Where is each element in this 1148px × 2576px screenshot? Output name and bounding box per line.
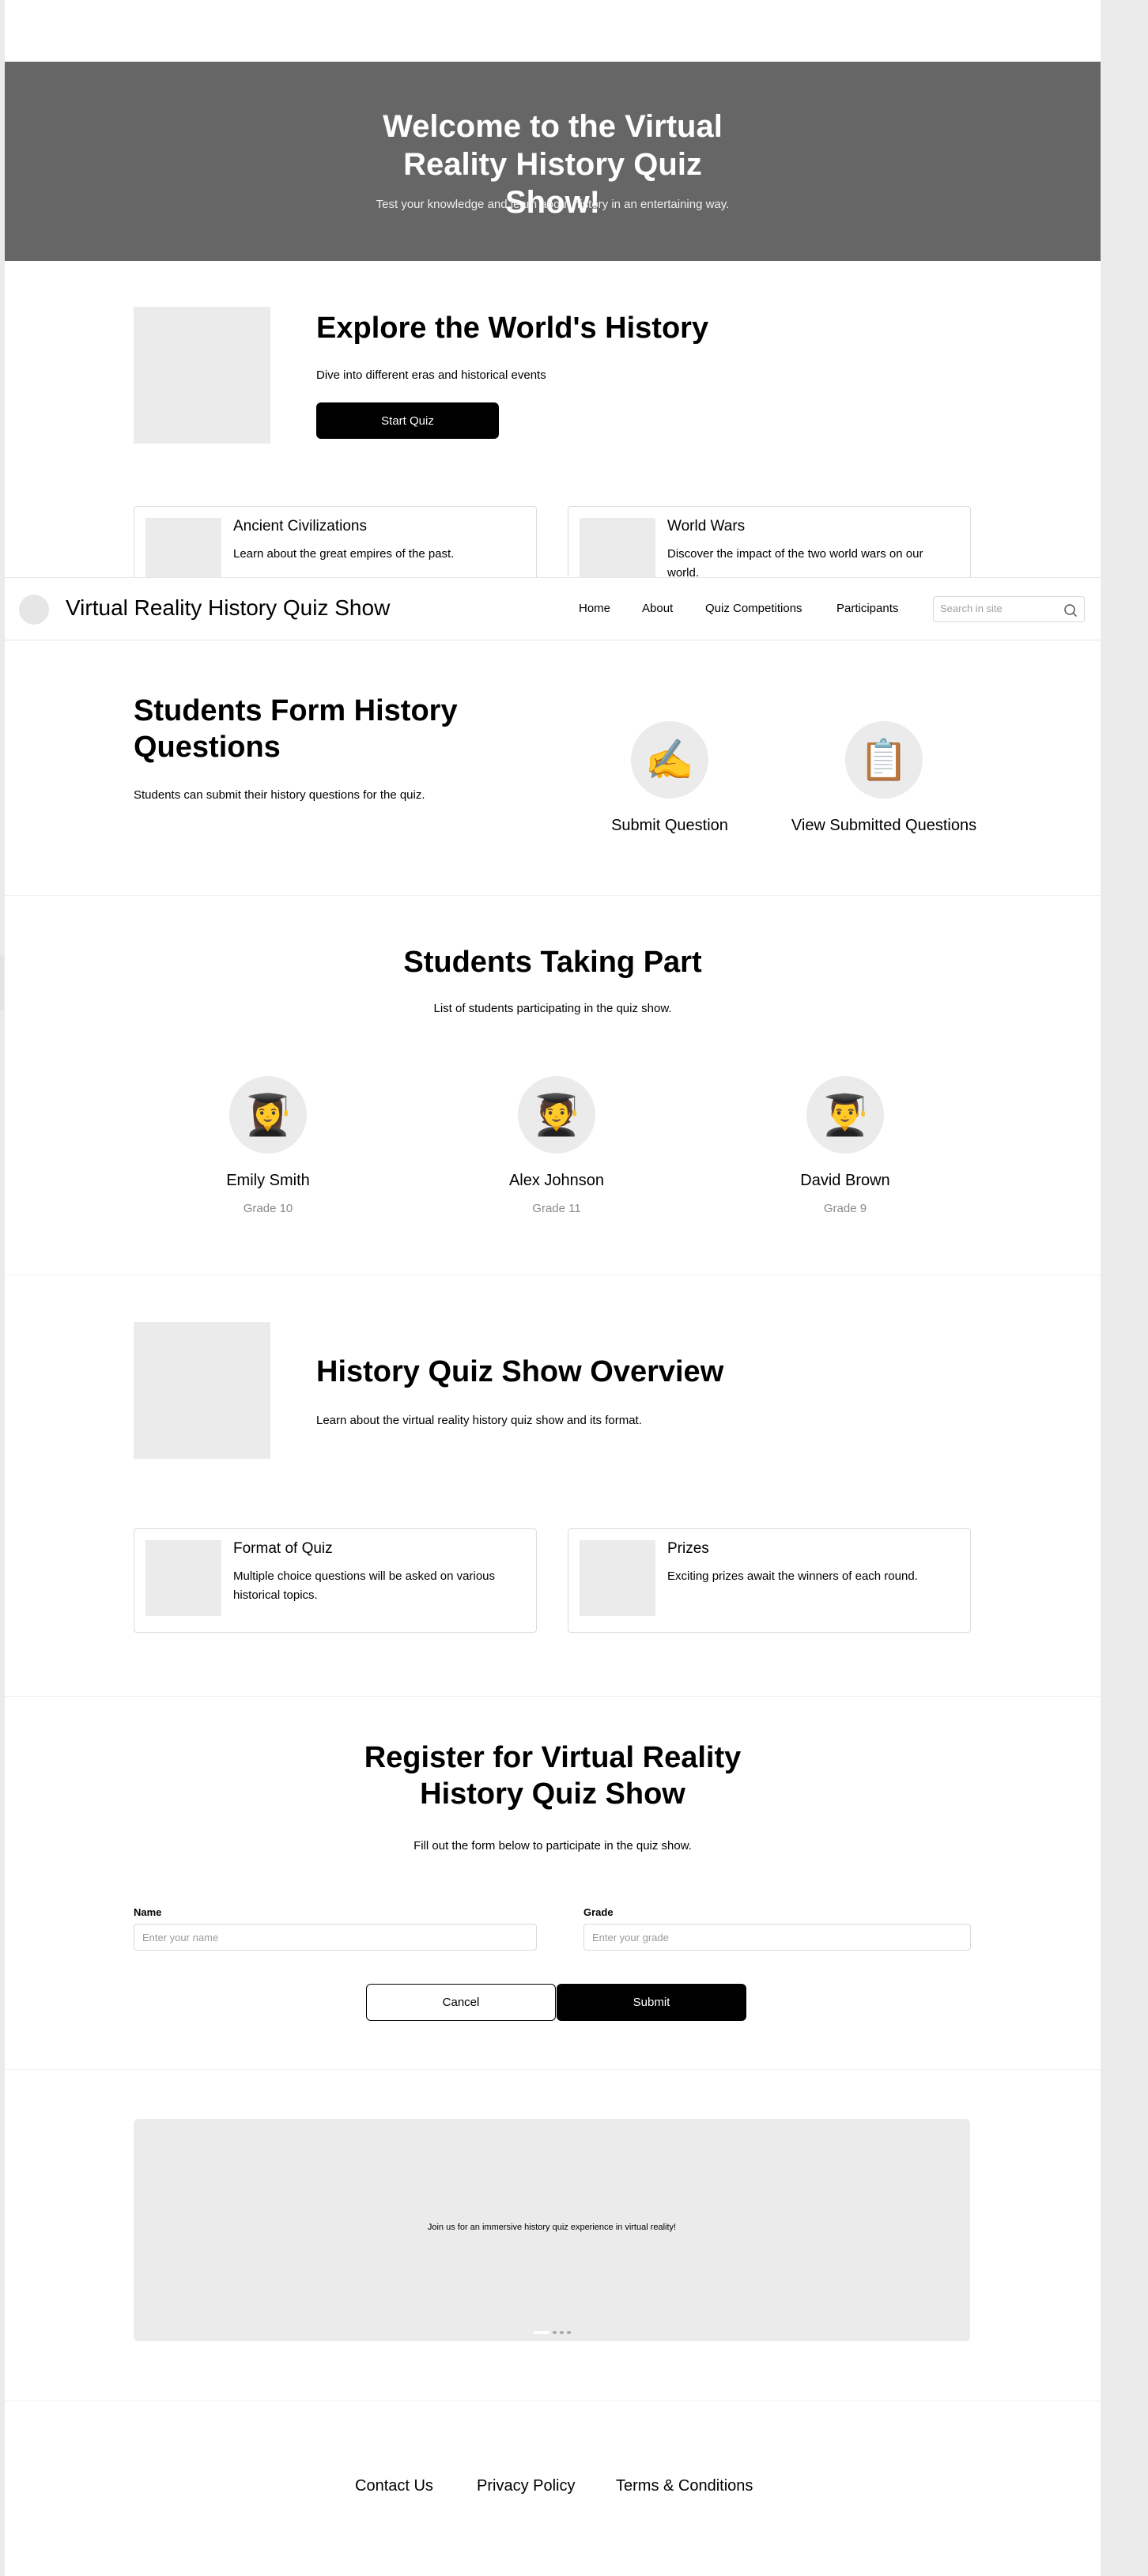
card-title: Format of Quiz [233, 1540, 333, 1557]
card-image-placeholder [145, 1540, 221, 1616]
section-divider [5, 895, 1101, 896]
hero-banner: Welcome to the Virtual Reality History Q… [5, 62, 1101, 261]
carousel-dot[interactable] [553, 2331, 557, 2334]
logo[interactable] [19, 595, 49, 625]
card-title: World Wars [667, 518, 746, 534]
search-icon[interactable] [1063, 603, 1078, 618]
name-label: Name [134, 1906, 162, 1918]
explore-title: Explore the World's History [316, 312, 709, 345]
nav-link-home[interactable]: Home [579, 602, 610, 615]
search-input[interactable] [940, 602, 1059, 614]
student-name: Emily Smith [226, 1172, 310, 1189]
student-grade: Grade 9 [823, 1202, 867, 1215]
student-avatar-icon: 👨‍🎓 [806, 1076, 884, 1154]
card-title: Ancient Civilizations [233, 518, 367, 534]
carousel-text: Join us for an immersive history quiz ex… [427, 2223, 677, 2232]
student-name: Alex Johnson [508, 1172, 605, 1189]
participants-subtitle: List of students participating in the qu… [433, 1002, 672, 1015]
student-avatar-icon: 👩‍🎓 [229, 1076, 307, 1154]
nav-link-about[interactable]: About [642, 602, 673, 615]
form-section-subtitle: Students can submit their history questi… [134, 788, 425, 802]
nav-link-quiz-competitions[interactable]: Quiz Competitions [705, 602, 802, 615]
nav-link-participants[interactable]: Participants [836, 602, 898, 615]
grade-input[interactable] [583, 1924, 971, 1951]
overview-image-placeholder [134, 1322, 270, 1459]
participants-title: Students Taking Part [403, 946, 702, 979]
card-format-of-quiz[interactable]: Format of Quiz Multiple choice questions… [134, 1528, 537, 1633]
footer-link-terms-conditions[interactable]: Terms & Conditions [616, 2477, 753, 2495]
student-grade: Grade 10 [243, 1202, 293, 1215]
card-description: Exciting prizes await the winners of eac… [667, 1569, 918, 1583]
explore-image-placeholder [134, 307, 270, 444]
search-box [933, 596, 1085, 622]
start-quiz-button[interactable]: Start Quiz [316, 402, 499, 439]
student-avatar-icon: 🧑‍🎓 [518, 1076, 595, 1154]
register-title: Register for Virtual Reality History Qui… [364, 1741, 742, 1811]
carousel-dot[interactable] [567, 2331, 571, 2334]
student-grade: Grade 11 [532, 1202, 581, 1215]
footer-link-contact-us[interactable]: Contact Us [355, 2477, 433, 2495]
carousel-dot-active[interactable] [534, 2331, 549, 2334]
section-divider [5, 2069, 1101, 2070]
card-description: Learn about the great empires of the pas… [233, 547, 455, 561]
name-input[interactable] [134, 1924, 537, 1951]
card-image-placeholder [580, 1540, 655, 1616]
card-description: Multiple choice questions will be asked … [233, 1569, 496, 1602]
view-submitted-questions-label[interactable]: View Submitted Questions [781, 817, 987, 835]
section-divider [5, 1696, 1101, 1697]
submit-question-icon[interactable]: ✍️ [631, 721, 708, 799]
site-title[interactable]: Virtual Reality History Quiz Show [66, 595, 390, 621]
grade-label: Grade [583, 1906, 614, 1918]
overview-subtitle: Learn about the virtual reality history … [316, 1414, 642, 1427]
overview-title: History Quiz Show Overview [316, 1355, 724, 1388]
carousel-dot[interactable] [560, 2331, 564, 2334]
footer-link-privacy-policy[interactable]: Privacy Policy [477, 2477, 575, 2495]
submit-question-label[interactable]: Submit Question [591, 817, 749, 835]
form-section-title: Students Form History Questions [134, 694, 458, 764]
card-title: Prizes [667, 1540, 709, 1557]
explore-subtitle: Dive into different eras and historical … [316, 368, 546, 382]
navbar: Virtual Reality History Quiz Show Home A… [5, 577, 1101, 640]
student-name: David Brown [800, 1172, 890, 1189]
page: Welcome to the Virtual Reality History Q… [5, 0, 1101, 2576]
card-prizes[interactable]: Prizes Exciting prizes await the winners… [568, 1528, 971, 1633]
carousel-banner: Join us for an immersive history quiz ex… [134, 2119, 970, 2341]
side-scroll-tab [0, 955, 4, 1010]
section-divider [5, 2400, 1101, 2401]
hero-subtitle: Test your knowledge and learn about hist… [376, 198, 730, 211]
register-subtitle: Fill out the form below to participate i… [414, 1839, 692, 1853]
cancel-button[interactable]: Cancel [366, 1984, 556, 2021]
submit-button[interactable]: Submit [557, 1984, 746, 2021]
clipboard-icon[interactable]: 📋 [845, 721, 923, 799]
